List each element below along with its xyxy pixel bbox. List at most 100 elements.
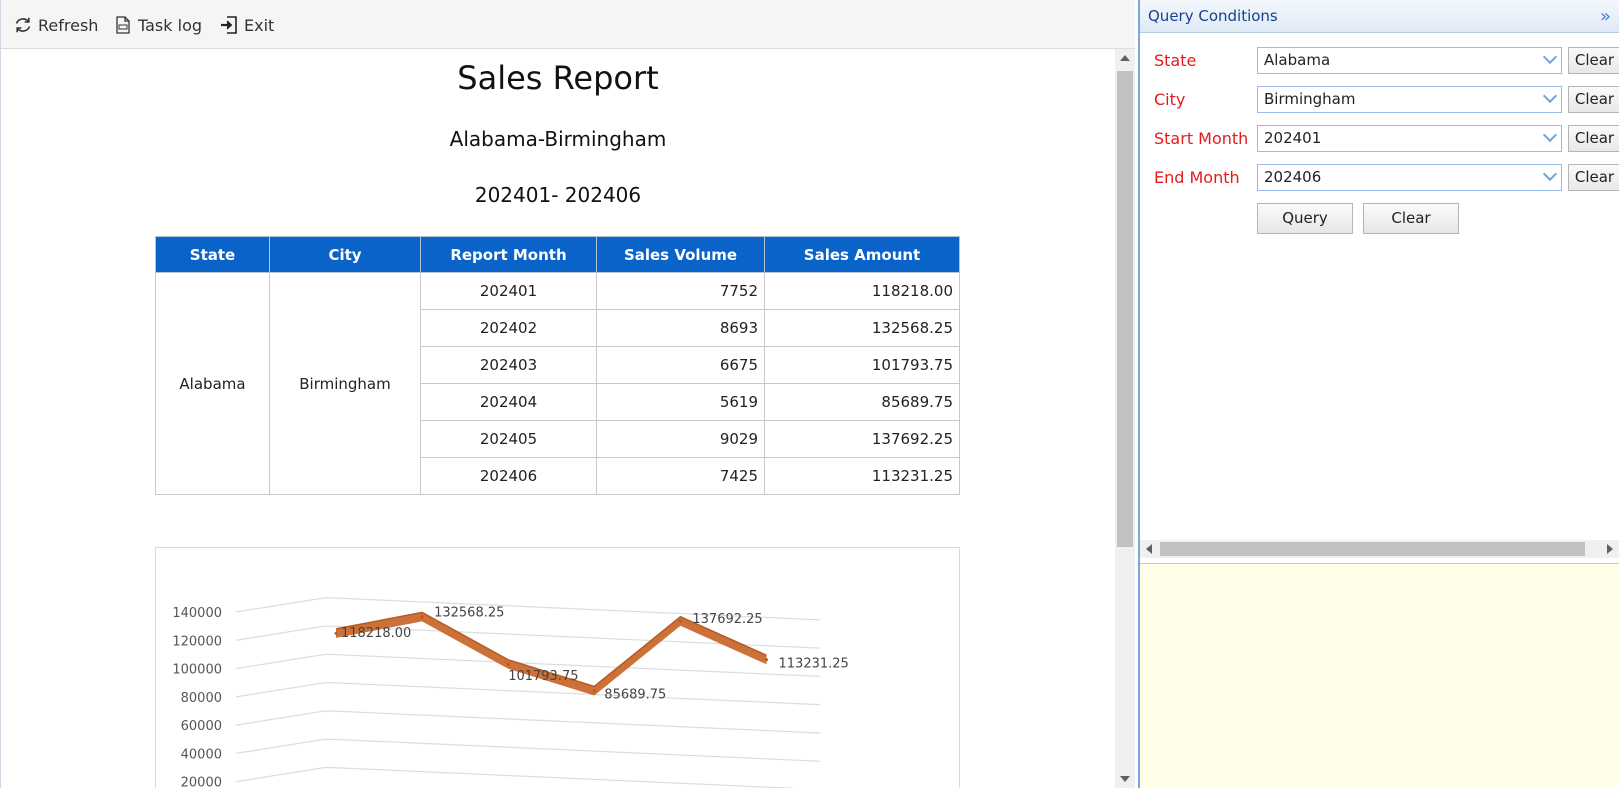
cell-amount: 85689.75: [764, 383, 960, 421]
chart-data-label: 132568.25: [434, 605, 504, 620]
chart-data-point: [334, 631, 338, 635]
chart-gridline: [235, 710, 821, 734]
cell-volume: 8693: [596, 309, 765, 347]
chart-svg: 140000 120000 100000 80000 60000 40000 20000 11…: [172, 597, 849, 788]
table-row: Alabama Birmingham 202401 7752 118218.00: [155, 272, 960, 495]
cell-state: Alabama: [155, 272, 270, 495]
city-clear-button[interactable]: Clear: [1568, 86, 1619, 113]
report-title: Sales Report: [457, 59, 659, 97]
clear-all-button[interactable]: Clear: [1363, 203, 1459, 234]
scroll-thumb[interactable]: [1160, 542, 1585, 556]
cell-amount: 101793.75: [764, 346, 960, 384]
city-select[interactable]: Birmingham: [1257, 86, 1562, 113]
cell-volume: 7752: [596, 272, 765, 310]
chart-data-point: [592, 689, 596, 693]
chart-gridline: [235, 738, 821, 762]
task-log-label: Task log: [138, 15, 203, 35]
query-row-city: City Birmingham Clear: [1140, 86, 1619, 114]
chart-y-tick-label: 100000: [172, 663, 222, 678]
cell-amount: 113231.25: [764, 457, 960, 495]
scroll-up-icon[interactable]: [1120, 55, 1130, 61]
state-select[interactable]: Alabama: [1257, 47, 1562, 74]
cell-volume: 5619: [596, 383, 765, 421]
start-month-select-value: 202401: [1264, 129, 1322, 147]
scroll-left-icon[interactable]: [1146, 544, 1152, 554]
header-city: City: [269, 236, 421, 273]
chart-y-tick-label: 140000: [172, 606, 222, 621]
city-label: City: [1154, 90, 1186, 109]
chart-gridline: [235, 682, 821, 706]
chart-y-tick-label: 120000: [172, 634, 222, 649]
app-window: Refresh Task log Exit Sales Report Alaba…: [0, 0, 1619, 788]
city-select-value: Birmingham: [1264, 90, 1356, 108]
header-sales-amount: Sales Amount: [764, 236, 960, 273]
end-month-label: End Month: [1154, 168, 1240, 187]
report-subtitle: Alabama-Birmingham: [449, 127, 667, 151]
toolbar: Refresh Task log Exit: [1, 0, 1135, 49]
query-horizontal-scrollbar[interactable]: [1140, 540, 1619, 558]
collapse-panel-icon[interactable]: »: [1600, 6, 1611, 27]
chart-y-tick-label: 40000: [181, 747, 222, 762]
cell-volume: 6675: [596, 346, 765, 384]
exit-button[interactable]: Exit: [219, 12, 274, 38]
chevron-down-icon[interactable]: [1542, 49, 1558, 65]
chart-data-label: 101793.75: [508, 669, 578, 684]
report-date-range: 202401- 202406: [474, 183, 642, 207]
task-log-button[interactable]: Task log: [113, 12, 202, 38]
query-button[interactable]: Query: [1257, 203, 1353, 234]
cell-volume: 7425: [596, 457, 765, 495]
cell-month: 202403: [420, 346, 597, 384]
exit-label: Exit: [244, 15, 275, 35]
query-row-start-month: Start Month 202401 Clear: [1140, 125, 1619, 153]
refresh-button[interactable]: Refresh: [13, 12, 98, 38]
cell-amount: 132568.25: [764, 309, 960, 347]
refresh-label: Refresh: [38, 15, 99, 35]
chart-y-tick-label: 20000: [181, 776, 222, 788]
report-pane: Refresh Task log Exit Sales Report Alaba…: [0, 0, 1135, 788]
query-panel: Query Conditions » State Alabama Clear C…: [1138, 0, 1619, 788]
end-month-clear-button[interactable]: Clear: [1568, 164, 1619, 191]
task-log-icon: [116, 16, 130, 34]
start-month-label: Start Month: [1154, 129, 1249, 148]
query-panel-title: Query Conditions: [1148, 7, 1278, 25]
start-month-clear-button[interactable]: Clear: [1568, 125, 1619, 152]
chevron-down-icon[interactable]: [1542, 166, 1558, 182]
chevron-down-icon[interactable]: [1542, 127, 1558, 143]
chart-data-point: [765, 658, 768, 662]
chart-data-label: 137692.25: [692, 612, 762, 627]
scroll-down-icon[interactable]: [1120, 776, 1130, 782]
cell-month: 202405: [420, 420, 597, 458]
cell-volume: 9029: [596, 420, 765, 458]
query-panel-header: Query Conditions »: [1140, 0, 1619, 33]
query-info-panel: [1140, 563, 1619, 788]
end-month-select[interactable]: 202406: [1257, 164, 1562, 191]
query-row-state: State Alabama Clear: [1140, 47, 1619, 75]
chart-gridline: [235, 767, 799, 788]
start-month-select[interactable]: 202401: [1257, 125, 1562, 152]
exit-icon: [221, 16, 237, 34]
sales-chart: 140000 120000 100000 80000 60000 40000 20000 11…: [155, 547, 960, 788]
report-content: Sales Report Alabama-Birmingham 202401- …: [1, 49, 1115, 788]
report-vertical-scrollbar[interactable]: [1115, 49, 1135, 788]
chart-data-point: [506, 662, 510, 666]
header-sales-volume: Sales Volume: [596, 236, 765, 273]
header-state: State: [155, 236, 270, 273]
header-report-month: Report Month: [420, 236, 597, 273]
cell-month: 202402: [420, 309, 597, 347]
chevron-down-icon[interactable]: [1542, 88, 1558, 104]
sales-table: State City Report Month Sales Volume Sal…: [155, 236, 960, 495]
chart-y-tick-label: 60000: [181, 719, 222, 734]
scroll-thumb[interactable]: [1117, 71, 1133, 547]
cell-amount: 118218.00: [764, 272, 960, 310]
cell-month: 202406: [420, 457, 597, 495]
state-label: State: [1154, 51, 1197, 70]
cell-month: 202404: [420, 383, 597, 421]
refresh-icon: [15, 17, 31, 33]
query-row-end-month: End Month 202406 Clear: [1140, 164, 1619, 192]
chart-y-tick-label: 80000: [181, 691, 222, 706]
chart-data-label: 118218.00: [341, 626, 411, 641]
table-header-row: State City Report Month Sales Volume Sal…: [155, 236, 960, 273]
scroll-right-icon[interactable]: [1607, 544, 1613, 554]
state-clear-button[interactable]: Clear: [1568, 47, 1619, 74]
state-select-value: Alabama: [1264, 51, 1331, 69]
